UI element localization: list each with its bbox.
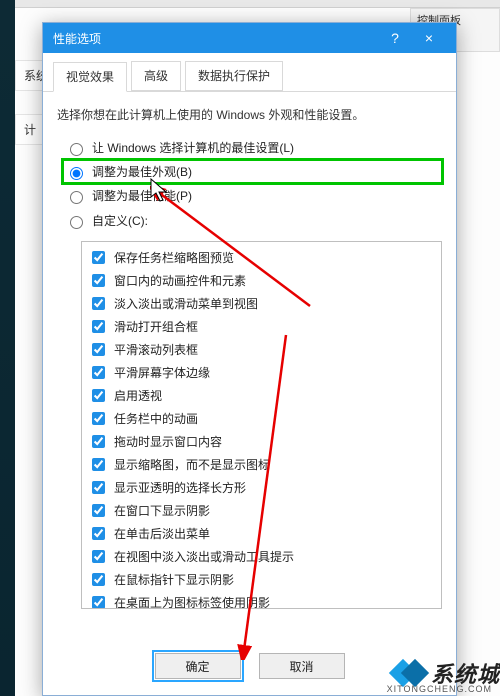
effect-checkbox[interactable] <box>92 596 105 609</box>
effect-checkbox[interactable] <box>92 343 105 356</box>
effect-checkbox-row[interactable]: 在窗口下显示阴影 <box>88 499 435 522</box>
effect-checkbox-label: 淡入淡出或滑动菜单到视图 <box>114 295 258 312</box>
radio-custom-input[interactable] <box>70 216 83 229</box>
effect-checkbox-label: 平滑屏幕字体边缘 <box>114 364 210 381</box>
radio-custom[interactable]: 自定义(C): <box>63 208 442 233</box>
effect-checkbox[interactable] <box>92 320 105 333</box>
radio-custom-label: 自定义(C): <box>92 212 148 229</box>
effect-checkbox-row[interactable]: 在桌面上为图标标签使用阴影 <box>88 591 435 609</box>
effect-checkbox-row[interactable]: 平滑屏幕字体边缘 <box>88 361 435 384</box>
effect-checkbox[interactable] <box>92 504 105 517</box>
effect-checkbox[interactable] <box>92 297 105 310</box>
effect-checkbox-row[interactable]: 拖动时显示窗口内容 <box>88 430 435 453</box>
radio-best-performance-label: 调整为最佳性能(P) <box>92 187 192 204</box>
effect-checkbox[interactable] <box>92 458 105 471</box>
effect-checkbox-label: 窗口内的动画控件和元素 <box>114 272 246 289</box>
effect-checkbox-label: 启用透视 <box>114 387 162 404</box>
tab-dep[interactable]: 数据执行保护 <box>185 61 283 91</box>
radio-auto-label: 让 Windows 选择计算机的最佳设置(L) <box>92 139 294 156</box>
tab-strip: 视觉效果 高级 数据执行保护 <box>43 53 456 92</box>
effect-checkbox-label: 拖动时显示窗口内容 <box>114 433 222 450</box>
radio-auto[interactable]: 让 Windows 选择计算机的最佳设置(L) <box>63 135 442 160</box>
radio-best-appearance[interactable]: 调整为最佳外观(B) <box>63 160 442 183</box>
effect-checkbox[interactable] <box>92 366 105 379</box>
effect-checkbox-row[interactable]: 滑动打开组合框 <box>88 315 435 338</box>
effect-checkbox-row[interactable]: 在视图中淡入淡出或滑动工具提示 <box>88 545 435 568</box>
dialog-titlebar[interactable]: 性能选项 ? × <box>43 23 456 53</box>
effect-checkbox-label: 显示亚透明的选择长方形 <box>114 479 246 496</box>
effect-checkbox[interactable] <box>92 389 105 402</box>
effect-checkbox[interactable] <box>92 435 105 448</box>
effect-checkbox[interactable] <box>92 527 105 540</box>
effect-checkbox-label: 在单击后淡出菜单 <box>114 525 210 542</box>
background-topbar <box>15 0 500 8</box>
effect-checkbox-label: 在窗口下显示阴影 <box>114 502 210 519</box>
effect-checkbox-row[interactable]: 在单击后淡出菜单 <box>88 522 435 545</box>
bg-partial-label: 计 <box>15 114 44 145</box>
effect-checkbox-row[interactable]: 保存任务栏缩略图预览 <box>88 246 435 269</box>
radio-best-appearance-label: 调整为最佳外观(B) <box>92 163 192 180</box>
radio-best-appearance-input[interactable] <box>70 167 83 180</box>
effect-checkbox[interactable] <box>92 550 105 563</box>
ok-button[interactable]: 确定 <box>155 653 241 679</box>
effects-listbox[interactable]: 保存任务栏缩略图预览窗口内的动画控件和元素淡入淡出或滑动菜单到视图滑动打开组合框… <box>81 241 442 609</box>
effect-checkbox-label: 平滑滚动列表框 <box>114 341 198 358</box>
effect-checkbox-label: 滑动打开组合框 <box>114 318 198 335</box>
help-button[interactable]: ? <box>378 23 412 53</box>
watermark-subtext: XITONGCHENG.COM <box>387 684 492 694</box>
cancel-button[interactable]: 取消 <box>259 653 345 679</box>
effect-checkbox-row[interactable]: 平滑滚动列表框 <box>88 338 435 361</box>
effect-checkbox[interactable] <box>92 573 105 586</box>
effect-checkbox-label: 在桌面上为图标标签使用阴影 <box>114 594 270 609</box>
performance-options-dialog: 性能选项 ? × 视觉效果 高级 数据执行保护 选择你想在此计算机上使用的 Wi… <box>42 22 457 696</box>
effect-checkbox-row[interactable]: 显示缩略图，而不是显示图标 <box>88 453 435 476</box>
effect-checkbox-label: 在鼠标指针下显示阴影 <box>114 571 234 588</box>
effect-checkbox[interactable] <box>92 274 105 287</box>
effect-checkbox-row[interactable]: 启用透视 <box>88 384 435 407</box>
radio-auto-input[interactable] <box>70 143 83 156</box>
tab-visual-effects[interactable]: 视觉效果 <box>53 62 127 92</box>
effect-checkbox-row[interactable]: 窗口内的动画控件和元素 <box>88 269 435 292</box>
dialog-title: 性能选项 <box>53 30 101 47</box>
effect-checkbox[interactable] <box>92 481 105 494</box>
effect-checkbox[interactable] <box>92 412 105 425</box>
radio-best-performance-input[interactable] <box>70 191 83 204</box>
desktop-sliver <box>0 0 15 696</box>
radio-group: 让 Windows 选择计算机的最佳设置(L) 调整为最佳外观(B) 调整为最佳… <box>57 135 442 233</box>
description-text: 选择你想在此计算机上使用的 Windows 外观和性能设置。 <box>57 106 442 123</box>
effect-checkbox[interactable] <box>92 251 105 264</box>
radio-best-performance[interactable]: 调整为最佳性能(P) <box>63 183 442 208</box>
dialog-body: 选择你想在此计算机上使用的 Windows 外观和性能设置。 让 Windows… <box>43 92 456 639</box>
tab-advanced[interactable]: 高级 <box>131 61 181 91</box>
close-button[interactable]: × <box>412 23 446 53</box>
watermark: 系统城 XITONGCHENG.COM <box>393 656 500 690</box>
effect-checkbox-label: 在视图中淡入淡出或滑动工具提示 <box>114 548 294 565</box>
effect-checkbox-row[interactable]: 任务栏中的动画 <box>88 407 435 430</box>
effect-checkbox-label: 显示缩略图，而不是显示图标 <box>114 456 270 473</box>
effect-checkbox-label: 任务栏中的动画 <box>114 410 198 427</box>
effect-checkbox-row[interactable]: 在鼠标指针下显示阴影 <box>88 568 435 591</box>
effect-checkbox-row[interactable]: 显示亚透明的选择长方形 <box>88 476 435 499</box>
effect-checkbox-label: 保存任务栏缩略图预览 <box>114 249 234 266</box>
effect-checkbox-row[interactable]: 淡入淡出或滑动菜单到视图 <box>88 292 435 315</box>
